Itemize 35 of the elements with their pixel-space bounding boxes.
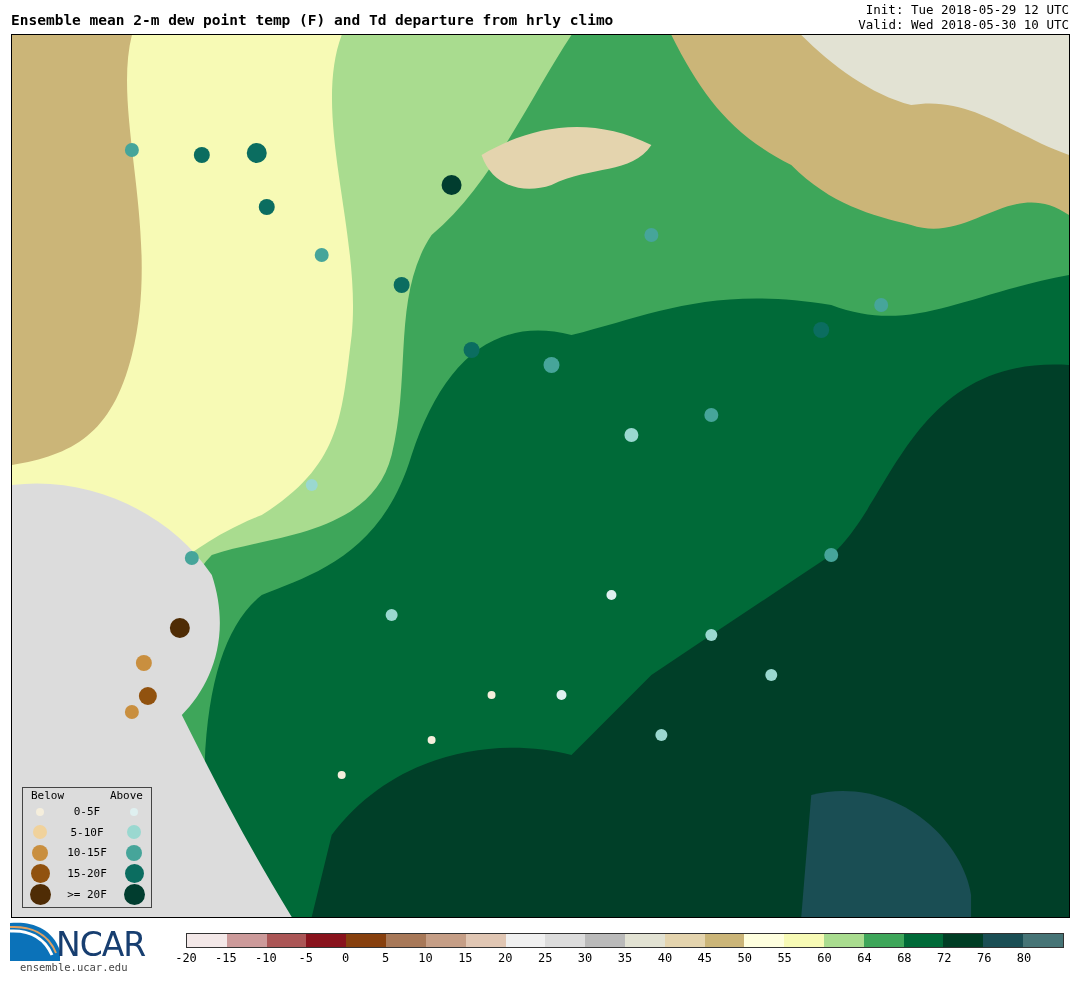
init-time: Init: Tue 2018-05-29 12 UTC — [864, 2, 1069, 17]
tick-label: -15 — [215, 951, 237, 965]
swoosh-logo-icon — [10, 921, 60, 961]
tick-label: -5 — [298, 951, 313, 965]
below-heading: Below — [31, 788, 65, 802]
tick-label: 76 — [976, 951, 992, 965]
tick-label: 68 — [897, 951, 912, 965]
tick-label: 15 — [458, 951, 473, 965]
tick-label: 64 — [857, 951, 872, 965]
above-heading: Above — [109, 788, 143, 802]
range-label: 15-20F — [66, 866, 108, 880]
tick-label: 35 — [617, 951, 633, 965]
tick-label: -20 — [175, 951, 197, 965]
logo-wordmark: NCAR — [56, 929, 146, 961]
tick-label: 40 — [657, 951, 673, 965]
tick-label: 0 — [342, 951, 350, 965]
tick-label: 55 — [777, 951, 792, 965]
range-label: 10-15F — [66, 846, 108, 860]
range-label: >= 20F — [66, 887, 108, 901]
tick-label: 50 — [737, 951, 752, 965]
tick-label: 30 — [577, 951, 593, 965]
tick-label: 25 — [537, 951, 553, 965]
range-label: 0-5F — [72, 805, 102, 819]
tick-label: -10 — [254, 951, 277, 965]
tick-label: 5 — [381, 951, 390, 965]
tick-label: 72 — [937, 951, 952, 965]
tick-label: 60 — [817, 951, 832, 965]
website-url: ensemble.ucar.edu — [20, 961, 129, 973]
range-label: 5-10F — [69, 825, 105, 839]
tick-label: 80 — [1016, 951, 1032, 965]
valid-time: Valid: Wed 2018-05-30 10 UTC — [858, 17, 1069, 32]
tick-label: 10 — [418, 951, 433, 965]
chart-title: Ensemble mean 2-m dew point temp (F) and Td departure from hrly climo — [11, 12, 614, 30]
tick-label: 20 — [498, 951, 513, 965]
tick-label: 45 — [697, 951, 713, 965]
